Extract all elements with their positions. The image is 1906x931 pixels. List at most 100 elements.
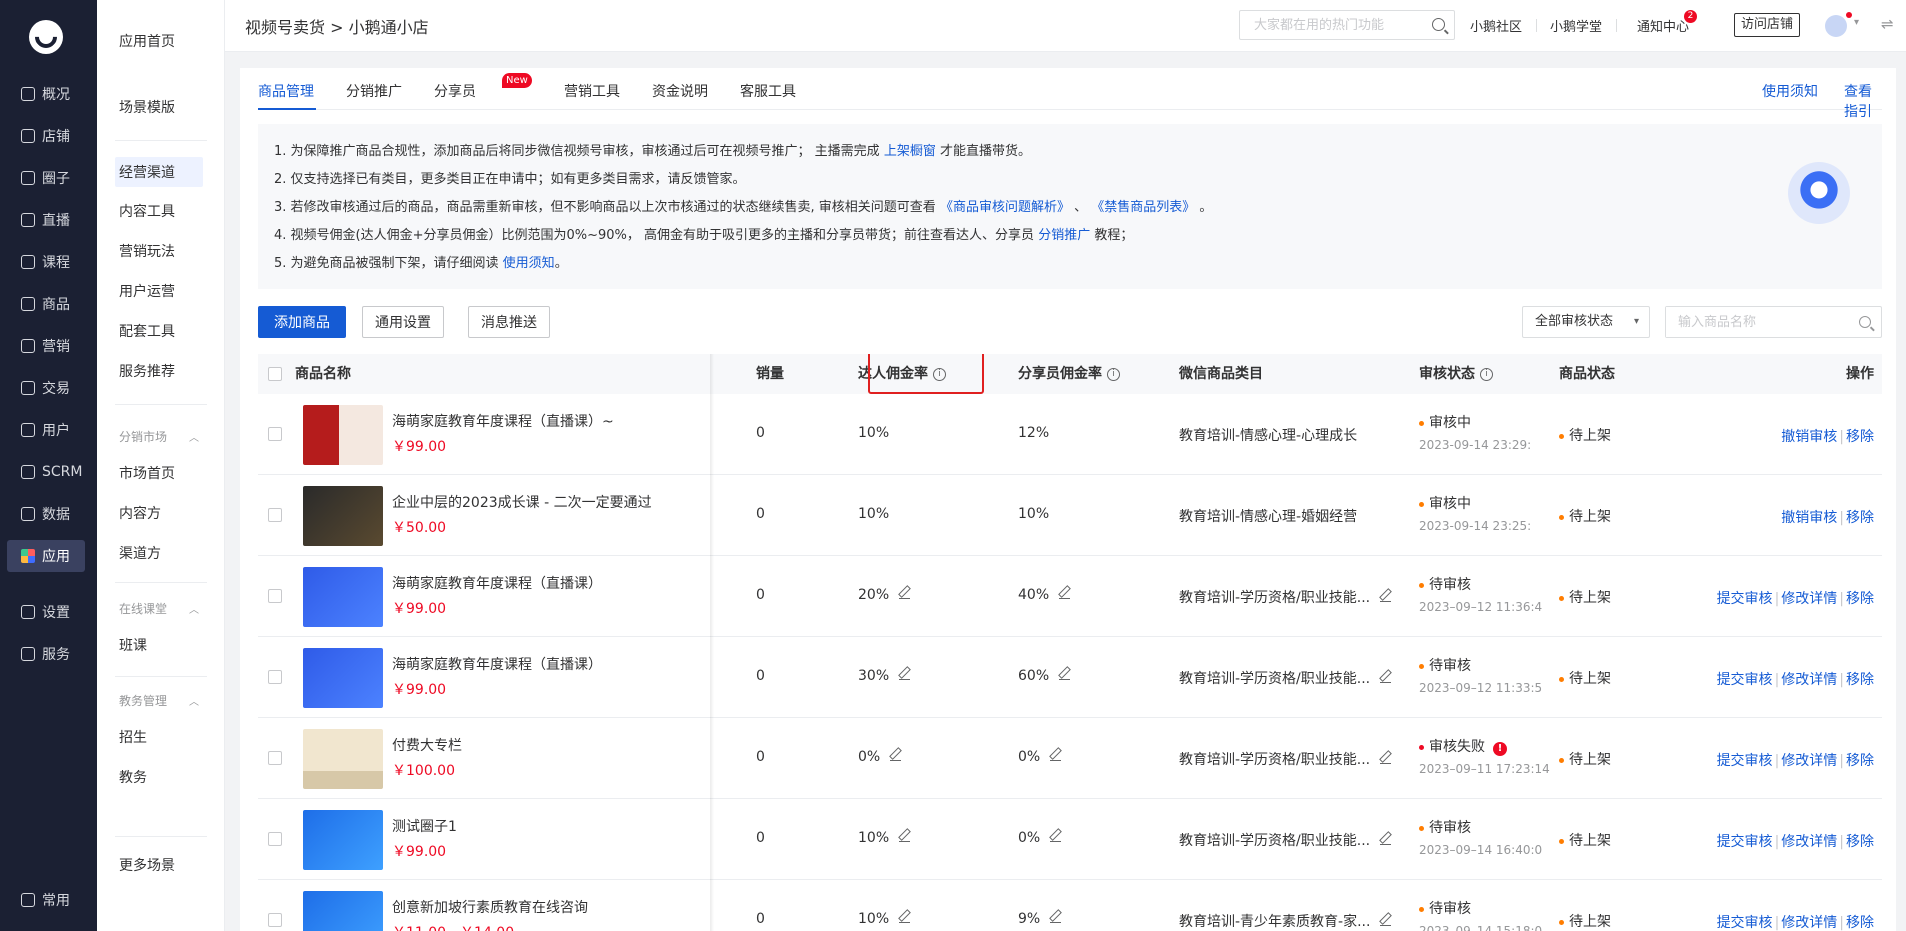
goods-thumbnail[interactable] (303, 729, 383, 789)
edit-icon[interactable] (899, 669, 911, 680)
submenu-item-content-provider[interactable]: 内容方 (115, 498, 203, 528)
distribution-link[interactable]: 分销推广 (1038, 228, 1090, 243)
nav-item-dashboard[interactable]: 概况 (7, 78, 85, 110)
edit-icon[interactable] (1059, 588, 1071, 599)
assistant-robot-icon[interactable] (1788, 162, 1850, 224)
add-goods-button[interactable]: 添加商品 (258, 306, 346, 338)
academy-link[interactable]: 小鹅学堂 (1550, 16, 1602, 35)
submenu-item-content-tools[interactable]: 内容工具 (115, 196, 203, 226)
submenu-item-channels[interactable]: 经营渠道 (115, 157, 203, 187)
nav-item-live[interactable]: 直播 (7, 204, 85, 236)
row-checkbox[interactable] (268, 427, 282, 441)
edit-icon[interactable] (1050, 750, 1062, 761)
row-action-link[interactable]: 修改详情 (1781, 672, 1837, 688)
submenu-item-services[interactable]: 服务推荐 (115, 356, 203, 386)
banned-goods-link[interactable]: 《禁售商品列表》 (1091, 200, 1195, 215)
submenu-item-marketing[interactable]: 营销玩法 (115, 236, 203, 266)
submenu-item-user-ops[interactable]: 用户运营 (115, 276, 203, 306)
usage-notice-link[interactable]: 使用须知 (1762, 81, 1818, 101)
switch-icon[interactable]: ⇌ (1881, 15, 1894, 33)
row-checkbox[interactable] (268, 670, 282, 684)
general-settings-button[interactable]: 通用设置 (362, 306, 444, 338)
review-faq-link[interactable]: 《商品审核问题解析》 (940, 200, 1070, 215)
edit-icon[interactable] (1380, 915, 1392, 926)
submenu-item-more-scenes[interactable]: 更多场景 (115, 850, 203, 880)
nav-item-trade[interactable]: 交易 (7, 372, 85, 404)
tab-sharer[interactable]: 分享员 (434, 81, 476, 101)
goods-name[interactable]: 海萌家庭教育年度课程（直播课）~ (392, 411, 614, 431)
tab-distribution[interactable]: 分销推广 (346, 81, 402, 101)
row-action-link[interactable]: 移除 (1846, 672, 1874, 688)
edit-icon[interactable] (1380, 591, 1392, 602)
review-status-select[interactable]: 全部审核状态 ▾ (1522, 306, 1650, 338)
row-action-link[interactable]: 撤销审核 (1781, 510, 1837, 526)
row-action-link[interactable]: 提交审核 (1717, 753, 1773, 769)
shelf-window-link[interactable]: 上架橱窗 (884, 144, 936, 159)
goods-name[interactable]: 海萌家庭教育年度课程（直播课） (392, 654, 602, 674)
nav-item-user[interactable]: 用户 (7, 414, 85, 446)
goods-thumbnail[interactable] (303, 810, 383, 870)
submenu-item-market-home[interactable]: 市场首页 (115, 458, 203, 488)
goods-search[interactable] (1665, 306, 1882, 338)
edit-icon[interactable] (890, 750, 902, 761)
nav-item-marketing[interactable]: 营销 (7, 330, 85, 362)
edit-icon[interactable] (1050, 831, 1062, 842)
notification-center-link[interactable]: 通知中心 (1637, 16, 1689, 35)
nav-item-data[interactable]: 数据 (7, 498, 85, 530)
nav-item-goods[interactable]: 商品 (7, 288, 85, 320)
row-checkbox[interactable] (268, 832, 282, 846)
error-icon[interactable]: ! (1493, 742, 1507, 756)
edit-icon[interactable] (899, 588, 911, 599)
edit-icon[interactable] (899, 831, 911, 842)
edit-icon[interactable] (1380, 672, 1392, 683)
edit-icon[interactable] (1380, 753, 1392, 764)
row-action-link[interactable]: 移除 (1846, 429, 1874, 445)
row-action-link[interactable]: 修改详情 (1781, 915, 1837, 931)
row-checkbox[interactable] (268, 913, 282, 927)
row-action-link[interactable]: 移除 (1846, 834, 1874, 850)
goods-thumbnail[interactable] (303, 567, 383, 627)
nav-item-circle[interactable]: 圈子 (7, 162, 85, 194)
edit-icon[interactable] (1380, 834, 1392, 845)
goods-name[interactable]: 测试圈子1 (392, 816, 457, 836)
usage-notice-inline-link[interactable]: 使用须知 (503, 256, 555, 271)
community-link[interactable]: 小鹅社区 (1470, 16, 1522, 35)
submenu-item-channel-provider[interactable]: 渠道方 (115, 538, 203, 568)
goods-name[interactable]: 企业中层的2023成长课 - 二次一定要通过 (392, 492, 652, 512)
search-icon[interactable] (1859, 316, 1871, 328)
nav-item-scrm[interactable]: SCRM (7, 456, 85, 488)
row-action-link[interactable]: 提交审核 (1717, 834, 1773, 850)
tab-marketing-tools[interactable]: 营销工具 (564, 81, 620, 101)
submenu-item-tools[interactable]: 配套工具 (115, 316, 203, 346)
goods-thumbnail[interactable] (303, 486, 383, 546)
row-action-link[interactable]: 撤销审核 (1781, 429, 1837, 445)
row-checkbox[interactable] (268, 508, 282, 522)
submenu-group-academic[interactable]: 教务管理 ︿ (119, 692, 199, 709)
submenu-item-academic[interactable]: 教务 (115, 762, 203, 792)
submenu-item-app-home[interactable]: 应用首页 (115, 26, 203, 56)
row-action-link[interactable]: 移除 (1846, 510, 1874, 526)
nav-item-menu[interactable]: 常用 (7, 884, 85, 916)
submenu-group-distribution[interactable]: 分销市场 ︿ (119, 428, 199, 445)
row-action-link[interactable]: 修改详情 (1781, 834, 1837, 850)
row-action-link[interactable]: 修改详情 (1781, 591, 1837, 607)
select-all-checkbox[interactable] (268, 367, 282, 381)
chevron-down-icon[interactable]: ▾ (1854, 17, 1859, 28)
goods-name[interactable]: 付费大专栏 (392, 735, 462, 755)
edit-icon[interactable] (1050, 912, 1062, 923)
view-guide-link[interactable]: 查看指引 (1844, 81, 1882, 121)
goods-thumbnail[interactable] (303, 891, 383, 931)
row-checkbox[interactable] (268, 589, 282, 603)
goods-search-input[interactable] (1666, 307, 1846, 337)
submenu-item-class[interactable]: 班课 (115, 630, 203, 660)
logo-icon[interactable] (29, 20, 63, 54)
edit-icon[interactable] (1059, 669, 1071, 680)
nav-item-service[interactable]: 服务 (7, 638, 85, 670)
submenu-item-enroll[interactable]: 招生 (115, 722, 203, 752)
row-action-link[interactable]: 提交审核 (1717, 591, 1773, 607)
search-icon[interactable] (1432, 18, 1445, 31)
row-action-link[interactable]: 提交审核 (1717, 915, 1773, 931)
nav-item-shop[interactable]: 店铺 (7, 120, 85, 152)
message-push-button[interactable]: 消息推送 (468, 306, 550, 338)
global-search[interactable] (1239, 10, 1455, 40)
